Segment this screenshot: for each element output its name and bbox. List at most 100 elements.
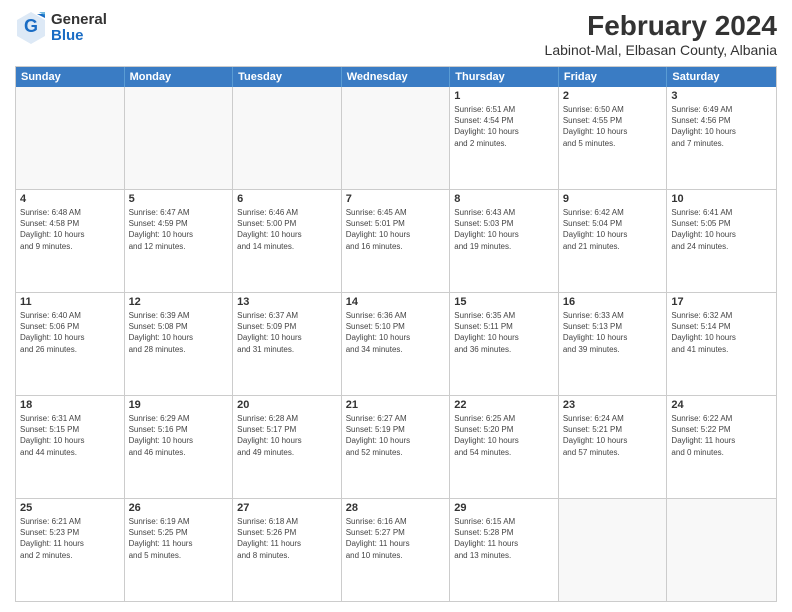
main-title: February 2024	[545, 10, 777, 42]
header-friday: Friday	[559, 67, 668, 87]
day-number: 14	[346, 296, 446, 308]
cell-text: Sunrise: 6:27 AM Sunset: 5:19 PM Dayligh…	[346, 413, 446, 458]
cal-cell-r4-c3: 28 Sunrise: 6:16 AM Sunset: 5:27 PM Dayli…	[342, 499, 451, 601]
cell-text: Sunrise: 6:15 AM Sunset: 5:28 PM Dayligh…	[454, 516, 554, 561]
header-sunday: Sunday	[16, 67, 125, 87]
header-monday: Monday	[125, 67, 234, 87]
header-wednesday: Wednesday	[342, 67, 451, 87]
cal-row-0: 1 Sunrise: 6:51 AM Sunset: 4:54 PM Daylig…	[16, 87, 776, 190]
cal-cell-r3-c1: 19 Sunrise: 6:29 AM Sunset: 5:16 PM Dayli…	[125, 396, 234, 498]
day-number: 2	[563, 90, 663, 102]
header-saturday: Saturday	[667, 67, 776, 87]
cal-cell-r2-c6: 17 Sunrise: 6:32 AM Sunset: 5:14 PM Dayli…	[667, 293, 776, 395]
cal-cell-r0-c4: 1 Sunrise: 6:51 AM Sunset: 4:54 PM Daylig…	[450, 87, 559, 189]
cal-cell-r2-c3: 14 Sunrise: 6:36 AM Sunset: 5:10 PM Dayli…	[342, 293, 451, 395]
cell-text: Sunrise: 6:45 AM Sunset: 5:01 PM Dayligh…	[346, 207, 446, 252]
cal-row-2: 11 Sunrise: 6:40 AM Sunset: 5:06 PM Dayli…	[16, 293, 776, 396]
cal-cell-r4-c6	[667, 499, 776, 601]
logo: G General Blue	[15, 10, 107, 46]
day-number: 1	[454, 90, 554, 102]
cell-text: Sunrise: 6:43 AM Sunset: 5:03 PM Dayligh…	[454, 207, 554, 252]
cal-cell-r4-c2: 27 Sunrise: 6:18 AM Sunset: 5:26 PM Dayli…	[233, 499, 342, 601]
day-number: 17	[671, 296, 772, 308]
calendar: Sunday Monday Tuesday Wednesday Thursday…	[15, 66, 777, 602]
day-number: 15	[454, 296, 554, 308]
cell-text: Sunrise: 6:21 AM Sunset: 5:23 PM Dayligh…	[20, 516, 120, 561]
day-number: 18	[20, 399, 120, 411]
header-thursday: Thursday	[450, 67, 559, 87]
cell-text: Sunrise: 6:50 AM Sunset: 4:55 PM Dayligh…	[563, 104, 663, 149]
cell-text: Sunrise: 6:18 AM Sunset: 5:26 PM Dayligh…	[237, 516, 337, 561]
cal-cell-r4-c0: 25Sunrise: 6:21 AM Sunset: 5:23 PM Dayli…	[16, 499, 125, 601]
logo-text: General Blue	[51, 12, 107, 45]
cell-text: Sunrise: 6:24 AM Sunset: 5:21 PM Dayligh…	[563, 413, 663, 458]
cell-text: Sunrise: 6:29 AM Sunset: 5:16 PM Dayligh…	[129, 413, 229, 458]
day-number: 24	[671, 399, 772, 411]
cal-cell-r3-c3: 21 Sunrise: 6:27 AM Sunset: 5:19 PM Dayli…	[342, 396, 451, 498]
cell-text: Sunrise: 6:35 AM Sunset: 5:11 PM Dayligh…	[454, 310, 554, 355]
cal-cell-r4-c1: 26 Sunrise: 6:19 AM Sunset: 5:25 PM Dayli…	[125, 499, 234, 601]
cal-cell-r1-c1: 5Sunrise: 6:47 AM Sunset: 4:59 PM Daylig…	[125, 190, 234, 292]
cal-cell-r3-c6: 24Sunrise: 6:22 AM Sunset: 5:22 PM Dayli…	[667, 396, 776, 498]
cal-cell-r2-c4: 15 Sunrise: 6:35 AM Sunset: 5:11 PM Dayli…	[450, 293, 559, 395]
cell-text: Sunrise: 6:16 AM Sunset: 5:27 PM Dayligh…	[346, 516, 446, 561]
cell-text: Sunrise: 6:48 AM Sunset: 4:58 PM Dayligh…	[20, 207, 120, 252]
day-number: 20	[237, 399, 337, 411]
cal-cell-r0-c3	[342, 87, 451, 189]
cell-text: Sunrise: 6:49 AM Sunset: 4:56 PM Dayligh…	[671, 104, 772, 149]
svg-text:G: G	[24, 16, 38, 36]
day-number: 7	[346, 193, 446, 205]
cal-cell-r1-c5: 9Sunrise: 6:42 AM Sunset: 5:04 PM Daylig…	[559, 190, 668, 292]
cell-text: Sunrise: 6:51 AM Sunset: 4:54 PM Dayligh…	[454, 104, 554, 149]
day-number: 10	[671, 193, 772, 205]
cal-cell-r2-c5: 16Sunrise: 6:33 AM Sunset: 5:13 PM Dayli…	[559, 293, 668, 395]
cell-text: Sunrise: 6:31 AM Sunset: 5:15 PM Dayligh…	[20, 413, 120, 458]
day-number: 28	[346, 502, 446, 514]
day-number: 23	[563, 399, 663, 411]
cal-cell-r2-c2: 13Sunrise: 6:37 AM Sunset: 5:09 PM Dayli…	[233, 293, 342, 395]
cal-cell-r4-c5	[559, 499, 668, 601]
cal-row-1: 4Sunrise: 6:48 AM Sunset: 4:58 PM Daylig…	[16, 190, 776, 293]
cal-row-3: 18 Sunrise: 6:31 AM Sunset: 5:15 PM Dayli…	[16, 396, 776, 499]
cal-cell-r3-c5: 23 Sunrise: 6:24 AM Sunset: 5:21 PM Dayli…	[559, 396, 668, 498]
subtitle: Labinot-Mal, Elbasan County, Albania	[545, 42, 777, 58]
cell-text: Sunrise: 6:42 AM Sunset: 5:04 PM Dayligh…	[563, 207, 663, 252]
header-tuesday: Tuesday	[233, 67, 342, 87]
logo-general-text: General	[51, 12, 107, 29]
cal-row-4: 25Sunrise: 6:21 AM Sunset: 5:23 PM Dayli…	[16, 499, 776, 601]
cal-cell-r0-c0	[16, 87, 125, 189]
day-number: 29	[454, 502, 554, 514]
day-number: 19	[129, 399, 229, 411]
day-number: 21	[346, 399, 446, 411]
cal-cell-r3-c0: 18 Sunrise: 6:31 AM Sunset: 5:15 PM Dayli…	[16, 396, 125, 498]
title-block: February 2024 Labinot-Mal, Elbasan Count…	[545, 10, 777, 58]
cell-text: Sunrise: 6:40 AM Sunset: 5:06 PM Dayligh…	[20, 310, 120, 355]
cell-text: Sunrise: 6:41 AM Sunset: 5:05 PM Dayligh…	[671, 207, 772, 252]
logo-blue-text: Blue	[51, 28, 107, 45]
calendar-header: Sunday Monday Tuesday Wednesday Thursday…	[16, 67, 776, 87]
day-number: 11	[20, 296, 120, 308]
cal-cell-r1-c4: 8Sunrise: 6:43 AM Sunset: 5:03 PM Daylig…	[450, 190, 559, 292]
cal-cell-r0-c1	[125, 87, 234, 189]
cell-text: Sunrise: 6:19 AM Sunset: 5:25 PM Dayligh…	[129, 516, 229, 561]
cal-cell-r0-c2	[233, 87, 342, 189]
cal-cell-r1-c2: 6Sunrise: 6:46 AM Sunset: 5:00 PM Daylig…	[233, 190, 342, 292]
page: G General Blue February 2024 Labinot-Mal…	[0, 0, 792, 612]
day-number: 5	[129, 193, 229, 205]
day-number: 26	[129, 502, 229, 514]
cal-cell-r1-c3: 7 Sunrise: 6:45 AM Sunset: 5:01 PM Daylig…	[342, 190, 451, 292]
cal-cell-r1-c6: 10 Sunrise: 6:41 AM Sunset: 5:05 PM Dayli…	[667, 190, 776, 292]
day-number: 13	[237, 296, 337, 308]
cell-text: Sunrise: 6:32 AM Sunset: 5:14 PM Dayligh…	[671, 310, 772, 355]
day-number: 16	[563, 296, 663, 308]
cell-text: Sunrise: 6:36 AM Sunset: 5:10 PM Dayligh…	[346, 310, 446, 355]
day-number: 22	[454, 399, 554, 411]
cell-text: Sunrise: 6:28 AM Sunset: 5:17 PM Dayligh…	[237, 413, 337, 458]
cell-text: Sunrise: 6:46 AM Sunset: 5:00 PM Dayligh…	[237, 207, 337, 252]
cell-text: Sunrise: 6:39 AM Sunset: 5:08 PM Dayligh…	[129, 310, 229, 355]
header: G General Blue February 2024 Labinot-Mal…	[15, 10, 777, 58]
cal-cell-r2-c1: 12Sunrise: 6:39 AM Sunset: 5:08 PM Dayli…	[125, 293, 234, 395]
cal-cell-r2-c0: 11 Sunrise: 6:40 AM Sunset: 5:06 PM Dayli…	[16, 293, 125, 395]
day-number: 3	[671, 90, 772, 102]
day-number: 27	[237, 502, 337, 514]
